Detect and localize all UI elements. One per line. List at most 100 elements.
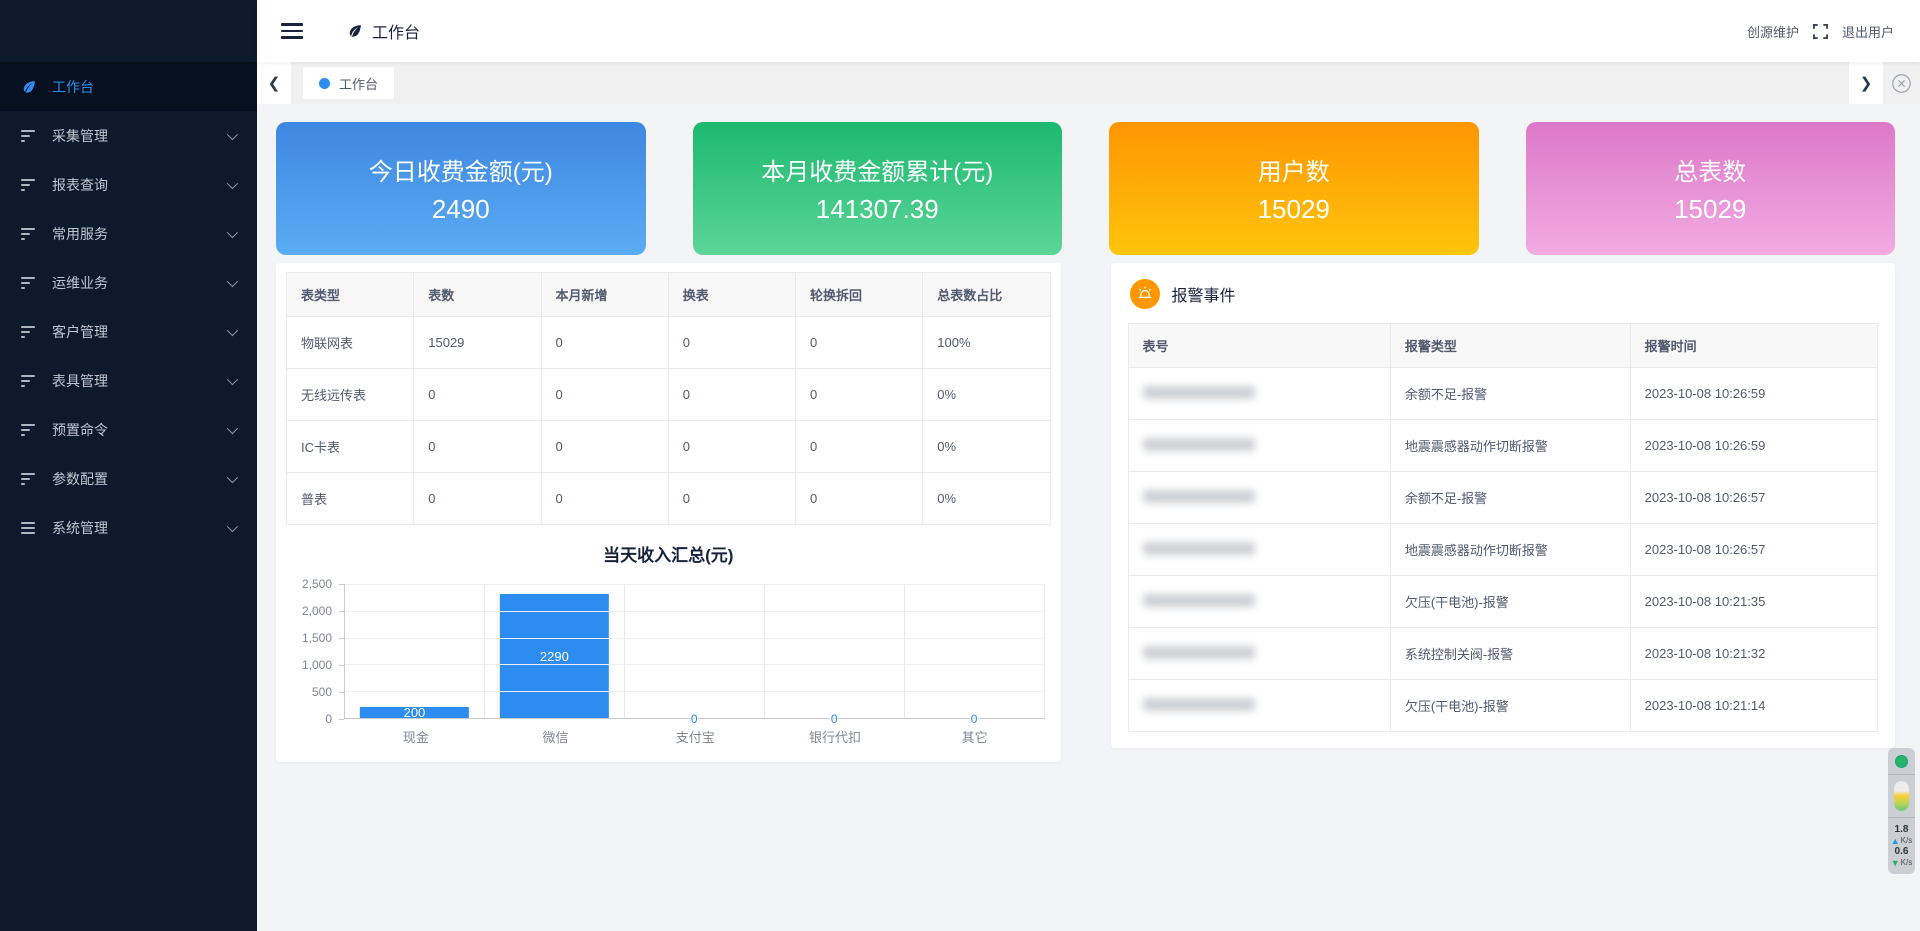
alarm-time-cell: 2023-10-08 10:26:59 xyxy=(1630,420,1877,472)
table-cell: 0 xyxy=(796,473,923,525)
table-cell: 0% xyxy=(923,421,1050,473)
sidebar-item-系统管理[interactable]: 系统管理 xyxy=(0,503,257,552)
sidebar-item-label: 报表查询 xyxy=(52,175,108,195)
chart-category-column: 2290 xyxy=(485,584,625,718)
breadcrumb: 工作台 xyxy=(347,19,420,43)
tab-scroll-left-button[interactable]: ❮ xyxy=(257,62,291,104)
sidebar-item-客户管理[interactable]: 客户管理 xyxy=(0,307,257,356)
sidebar-item-报表查询[interactable]: 报表查询 xyxy=(0,160,257,209)
sidebar-item-常用服务[interactable]: 常用服务 xyxy=(0,209,257,258)
meter-table-column-header: 轮换拆回 xyxy=(796,273,923,317)
chart-plot: 2002290000 xyxy=(344,584,1045,719)
table-row: 地震震感器动作切断报警2023-10-08 10:26:57 xyxy=(1128,524,1878,576)
alarm-type-cell: 欠压(干电池)-报警 xyxy=(1390,680,1630,732)
y-tick-label: 2,500 xyxy=(302,577,332,591)
alarm-type-cell: 地震震感器动作切断报警 xyxy=(1390,420,1630,472)
meter-no-cell xyxy=(1128,420,1390,472)
stat-card-title: 今日收费金额(元) xyxy=(369,152,553,187)
arrow-down-icon: ▼ xyxy=(1891,858,1900,868)
filter-icon xyxy=(21,277,39,289)
chart-category-column: 0 xyxy=(905,584,1045,718)
stat-card[interactable]: 今日收费金额(元) 2490 xyxy=(276,122,646,255)
alarm-time-cell: 2023-10-08 10:21:14 xyxy=(1630,680,1877,732)
stat-card-value: 15029 xyxy=(1674,194,1746,225)
sidebar-item-label: 预置命令 xyxy=(52,420,108,440)
network-monitor-widget[interactable]: 1.8 ▲K/s 0.6 ▼K/s xyxy=(1888,748,1915,874)
redacted-meter-no xyxy=(1143,698,1255,711)
table-row: 余额不足-报警2023-10-08 10:26:57 xyxy=(1128,472,1878,524)
stat-card-title: 本月收费金额累计(元) xyxy=(761,152,993,187)
alarm-table-column-header: 报警类型 xyxy=(1390,324,1630,368)
stat-card-title: 用户数 xyxy=(1258,152,1330,187)
alarm-table-header-row: 表号报警类型报警时间 xyxy=(1128,324,1878,368)
chart-plot-area[interactable]: 05001,0001,5002,0002,500 2002290000 xyxy=(286,584,1051,719)
bars-icon xyxy=(21,522,39,534)
leaf-icon xyxy=(347,23,363,39)
table-cell: 0 xyxy=(541,369,668,421)
tab-workbench[interactable]: 工作台 xyxy=(303,67,394,99)
alarm-type-cell: 余额不足-报警 xyxy=(1390,368,1630,420)
chevron-down-icon xyxy=(227,373,238,384)
y-tick-label: 1,000 xyxy=(302,658,332,672)
chart-bar: 2290 xyxy=(500,594,608,718)
chevron-down-icon xyxy=(227,177,238,188)
alarm-table-body: 余额不足-报警2023-10-08 10:26:59地震震感器动作切断报警202… xyxy=(1128,368,1878,732)
alarm-table-column-header: 表号 xyxy=(1128,324,1390,368)
x-axis-label: 银行代扣 xyxy=(765,727,905,746)
logout-button[interactable]: 退出用户 xyxy=(1842,22,1894,41)
stat-card-title: 总表数 xyxy=(1674,152,1746,187)
table-cell: 100% xyxy=(923,317,1050,369)
sidebar-item-工作台[interactable]: 工作台 xyxy=(0,62,257,111)
meter-table-column-header: 表类型 xyxy=(287,273,414,317)
filter-icon xyxy=(21,473,39,485)
upload-speed: 1.8 xyxy=(1895,824,1909,836)
bar-value-label: 2290 xyxy=(540,649,569,664)
stat-card[interactable]: 用户数 15029 xyxy=(1109,122,1479,255)
alarm-time-cell: 2023-10-08 10:26:59 xyxy=(1630,368,1877,420)
table-row: IC卡表00000% xyxy=(287,421,1051,473)
panels-row: 表类型表数本月新增换表轮换拆回总表数占比 物联网表15029000100%无线远… xyxy=(276,263,1895,762)
meter-summary-panel: 表类型表数本月新增换表轮换拆回总表数占比 物联网表15029000100%无线远… xyxy=(276,263,1061,762)
dashboard-content: 今日收费金额(元) 2490 本月收费金额累计(元)141307.39 用户数 1502… xyxy=(257,104,1920,931)
sidebar-item-采集管理[interactable]: 采集管理 xyxy=(0,111,257,160)
chart-category-column: 0 xyxy=(765,584,905,718)
alarm-table-column-header: 报警时间 xyxy=(1630,324,1877,368)
sidebar-item-预置命令[interactable]: 预置命令 xyxy=(0,405,257,454)
table-row: 系统控制关阀-报警2023-10-08 10:21:32 xyxy=(1128,628,1878,680)
table-cell: 0 xyxy=(414,421,541,473)
bar-zero-label: 0 xyxy=(971,712,978,726)
meter-table-column-header: 总表数占比 xyxy=(923,273,1050,317)
redacted-meter-no xyxy=(1143,386,1255,399)
chevron-down-icon xyxy=(227,128,238,139)
close-tabs-icon[interactable] xyxy=(1891,73,1912,94)
top-header: 工作台 创源维护 退出用户 xyxy=(257,0,1920,62)
meter-no-cell xyxy=(1128,472,1390,524)
sidebar-item-label: 参数配置 xyxy=(52,469,108,489)
sidebar-item-参数配置[interactable]: 参数配置 xyxy=(0,454,257,503)
tenant-label: 创源维护 xyxy=(1747,22,1799,41)
sidebar-item-表具管理[interactable]: 表具管理 xyxy=(0,356,257,405)
sidebar-item-运维业务[interactable]: 运维业务 xyxy=(0,258,257,307)
tab-scroll-right-button[interactable]: ❯ xyxy=(1849,62,1883,104)
table-cell: 0 xyxy=(796,369,923,421)
stat-card[interactable]: 总表数 15029 xyxy=(1526,122,1896,255)
gridline xyxy=(345,664,1045,665)
fullscreen-icon[interactable] xyxy=(1813,24,1828,39)
stat-card-value: 15029 xyxy=(1258,194,1330,225)
bar-zero-label: 0 xyxy=(831,712,838,726)
table-cell: 0 xyxy=(541,317,668,369)
stat-card[interactable]: 本月收费金额累计(元)141307.39 xyxy=(693,122,1063,255)
chevron-down-icon xyxy=(227,275,238,286)
sidebar: 工作台采集管理报表查询常用服务运维业务客户管理表具管理预置命令参数配置系统管理 xyxy=(0,0,257,931)
hamburger-menu-icon[interactable] xyxy=(281,23,303,39)
table-cell: 物联网表 xyxy=(287,317,414,369)
stat-card-value: 2490 xyxy=(432,194,490,225)
table-row: 物联网表15029000100% xyxy=(287,317,1051,369)
income-chart: 当天收入汇总(元) 05001,0001,5002,0002,500 20022… xyxy=(286,541,1051,746)
table-cell: 0 xyxy=(541,473,668,525)
x-axis-label: 其它 xyxy=(905,727,1045,746)
table-cell: 0 xyxy=(668,473,795,525)
gridline xyxy=(345,691,1045,692)
page-title: 工作台 xyxy=(372,19,420,43)
chevron-down-icon xyxy=(227,226,238,237)
